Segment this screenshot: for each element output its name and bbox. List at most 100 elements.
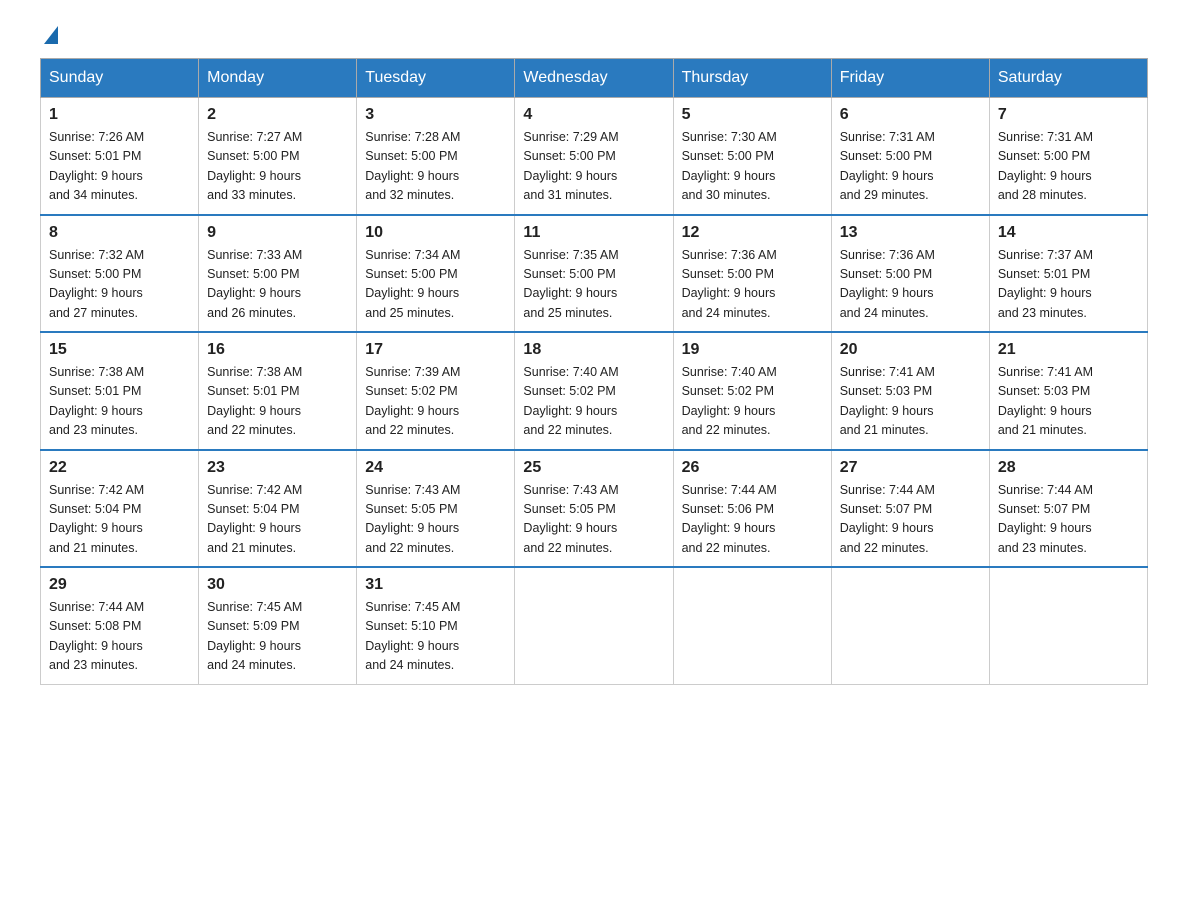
day-info: Sunrise: 7:26 AMSunset: 5:01 PMDaylight:… [49, 130, 144, 202]
calendar-day-cell: 5 Sunrise: 7:30 AMSunset: 5:00 PMDayligh… [673, 98, 831, 215]
day-number: 21 [998, 341, 1139, 359]
day-number: 2 [207, 106, 348, 124]
day-number: 8 [49, 224, 190, 242]
column-header-saturday: Saturday [989, 59, 1147, 98]
calendar-day-cell: 11 Sunrise: 7:35 AMSunset: 5:00 PMDaylig… [515, 215, 673, 333]
day-number: 4 [523, 106, 664, 124]
calendar-day-cell: 12 Sunrise: 7:36 AMSunset: 5:00 PMDaylig… [673, 215, 831, 333]
column-header-monday: Monday [199, 59, 357, 98]
day-number: 29 [49, 576, 190, 594]
calendar-day-cell: 10 Sunrise: 7:34 AMSunset: 5:00 PMDaylig… [357, 215, 515, 333]
day-info: Sunrise: 7:31 AMSunset: 5:00 PMDaylight:… [840, 130, 935, 202]
calendar-day-cell: 3 Sunrise: 7:28 AMSunset: 5:00 PMDayligh… [357, 98, 515, 215]
day-info: Sunrise: 7:41 AMSunset: 5:03 PMDaylight:… [840, 365, 935, 437]
calendar-day-cell: 26 Sunrise: 7:44 AMSunset: 5:06 PMDaylig… [673, 450, 831, 568]
day-info: Sunrise: 7:32 AMSunset: 5:00 PMDaylight:… [49, 248, 144, 320]
day-info: Sunrise: 7:40 AMSunset: 5:02 PMDaylight:… [682, 365, 777, 437]
calendar-header-row: SundayMondayTuesdayWednesdayThursdayFrid… [41, 59, 1148, 98]
day-info: Sunrise: 7:30 AMSunset: 5:00 PMDaylight:… [682, 130, 777, 202]
calendar-day-cell: 29 Sunrise: 7:44 AMSunset: 5:08 PMDaylig… [41, 567, 199, 684]
day-number: 31 [365, 576, 506, 594]
calendar-day-cell: 7 Sunrise: 7:31 AMSunset: 5:00 PMDayligh… [989, 98, 1147, 215]
day-number: 3 [365, 106, 506, 124]
day-number: 6 [840, 106, 981, 124]
calendar-day-cell: 6 Sunrise: 7:31 AMSunset: 5:00 PMDayligh… [831, 98, 989, 215]
calendar-day-cell [515, 567, 673, 684]
calendar-day-cell: 23 Sunrise: 7:42 AMSunset: 5:04 PMDaylig… [199, 450, 357, 568]
calendar-table: SundayMondayTuesdayWednesdayThursdayFrid… [40, 58, 1148, 685]
calendar-day-cell: 19 Sunrise: 7:40 AMSunset: 5:02 PMDaylig… [673, 332, 831, 450]
day-info: Sunrise: 7:31 AMSunset: 5:00 PMDaylight:… [998, 130, 1093, 202]
day-number: 13 [840, 224, 981, 242]
day-number: 26 [682, 459, 823, 477]
calendar-day-cell: 24 Sunrise: 7:43 AMSunset: 5:05 PMDaylig… [357, 450, 515, 568]
calendar-week-row: 1 Sunrise: 7:26 AMSunset: 5:01 PMDayligh… [41, 98, 1148, 215]
day-info: Sunrise: 7:27 AMSunset: 5:00 PMDaylight:… [207, 130, 302, 202]
day-info: Sunrise: 7:36 AMSunset: 5:00 PMDaylight:… [840, 248, 935, 320]
day-info: Sunrise: 7:44 AMSunset: 5:07 PMDaylight:… [840, 483, 935, 555]
day-number: 18 [523, 341, 664, 359]
calendar-day-cell: 18 Sunrise: 7:40 AMSunset: 5:02 PMDaylig… [515, 332, 673, 450]
calendar-day-cell: 9 Sunrise: 7:33 AMSunset: 5:00 PMDayligh… [199, 215, 357, 333]
calendar-week-row: 22 Sunrise: 7:42 AMSunset: 5:04 PMDaylig… [41, 450, 1148, 568]
calendar-day-cell: 31 Sunrise: 7:45 AMSunset: 5:10 PMDaylig… [357, 567, 515, 684]
day-number: 7 [998, 106, 1139, 124]
calendar-week-row: 15 Sunrise: 7:38 AMSunset: 5:01 PMDaylig… [41, 332, 1148, 450]
day-info: Sunrise: 7:44 AMSunset: 5:07 PMDaylight:… [998, 483, 1093, 555]
calendar-week-row: 29 Sunrise: 7:44 AMSunset: 5:08 PMDaylig… [41, 567, 1148, 684]
column-header-thursday: Thursday [673, 59, 831, 98]
day-number: 17 [365, 341, 506, 359]
day-number: 20 [840, 341, 981, 359]
day-info: Sunrise: 7:34 AMSunset: 5:00 PMDaylight:… [365, 248, 460, 320]
day-number: 30 [207, 576, 348, 594]
day-number: 19 [682, 341, 823, 359]
day-number: 15 [49, 341, 190, 359]
day-info: Sunrise: 7:42 AMSunset: 5:04 PMDaylight:… [207, 483, 302, 555]
calendar-week-row: 8 Sunrise: 7:32 AMSunset: 5:00 PMDayligh… [41, 215, 1148, 333]
day-number: 9 [207, 224, 348, 242]
logo [40, 30, 58, 38]
day-info: Sunrise: 7:38 AMSunset: 5:01 PMDaylight:… [49, 365, 144, 437]
calendar-day-cell: 16 Sunrise: 7:38 AMSunset: 5:01 PMDaylig… [199, 332, 357, 450]
calendar-day-cell: 1 Sunrise: 7:26 AMSunset: 5:01 PMDayligh… [41, 98, 199, 215]
logo-arrow-icon [44, 26, 58, 44]
day-info: Sunrise: 7:44 AMSunset: 5:08 PMDaylight:… [49, 600, 144, 672]
calendar-day-cell: 22 Sunrise: 7:42 AMSunset: 5:04 PMDaylig… [41, 450, 199, 568]
calendar-day-cell: 15 Sunrise: 7:38 AMSunset: 5:01 PMDaylig… [41, 332, 199, 450]
day-number: 12 [682, 224, 823, 242]
calendar-day-cell [831, 567, 989, 684]
day-number: 14 [998, 224, 1139, 242]
calendar-day-cell: 27 Sunrise: 7:44 AMSunset: 5:07 PMDaylig… [831, 450, 989, 568]
calendar-day-cell: 21 Sunrise: 7:41 AMSunset: 5:03 PMDaylig… [989, 332, 1147, 450]
day-info: Sunrise: 7:29 AMSunset: 5:00 PMDaylight:… [523, 130, 618, 202]
calendar-day-cell: 30 Sunrise: 7:45 AMSunset: 5:09 PMDaylig… [199, 567, 357, 684]
day-info: Sunrise: 7:43 AMSunset: 5:05 PMDaylight:… [523, 483, 618, 555]
day-info: Sunrise: 7:35 AMSunset: 5:00 PMDaylight:… [523, 248, 618, 320]
day-info: Sunrise: 7:42 AMSunset: 5:04 PMDaylight:… [49, 483, 144, 555]
calendar-day-cell [989, 567, 1147, 684]
calendar-day-cell: 13 Sunrise: 7:36 AMSunset: 5:00 PMDaylig… [831, 215, 989, 333]
day-info: Sunrise: 7:45 AMSunset: 5:09 PMDaylight:… [207, 600, 302, 672]
day-number: 25 [523, 459, 664, 477]
day-info: Sunrise: 7:45 AMSunset: 5:10 PMDaylight:… [365, 600, 460, 672]
calendar-day-cell: 28 Sunrise: 7:44 AMSunset: 5:07 PMDaylig… [989, 450, 1147, 568]
calendar-day-cell: 20 Sunrise: 7:41 AMSunset: 5:03 PMDaylig… [831, 332, 989, 450]
calendar-day-cell: 2 Sunrise: 7:27 AMSunset: 5:00 PMDayligh… [199, 98, 357, 215]
day-info: Sunrise: 7:44 AMSunset: 5:06 PMDaylight:… [682, 483, 777, 555]
column-header-tuesday: Tuesday [357, 59, 515, 98]
day-number: 11 [523, 224, 664, 242]
day-number: 22 [49, 459, 190, 477]
column-header-wednesday: Wednesday [515, 59, 673, 98]
day-info: Sunrise: 7:33 AMSunset: 5:00 PMDaylight:… [207, 248, 302, 320]
day-number: 10 [365, 224, 506, 242]
day-info: Sunrise: 7:40 AMSunset: 5:02 PMDaylight:… [523, 365, 618, 437]
day-number: 28 [998, 459, 1139, 477]
column-header-friday: Friday [831, 59, 989, 98]
day-info: Sunrise: 7:41 AMSunset: 5:03 PMDaylight:… [998, 365, 1093, 437]
day-number: 24 [365, 459, 506, 477]
calendar-day-cell [673, 567, 831, 684]
calendar-day-cell: 4 Sunrise: 7:29 AMSunset: 5:00 PMDayligh… [515, 98, 673, 215]
day-number: 5 [682, 106, 823, 124]
day-number: 1 [49, 106, 190, 124]
day-info: Sunrise: 7:43 AMSunset: 5:05 PMDaylight:… [365, 483, 460, 555]
